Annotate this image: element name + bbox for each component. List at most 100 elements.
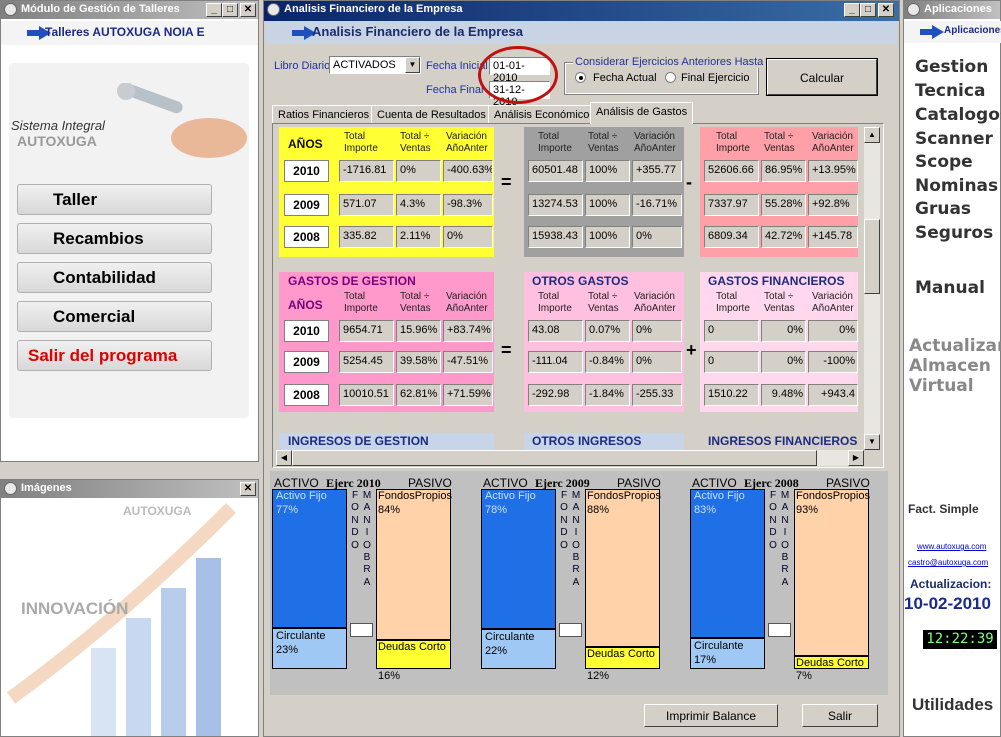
- minimize-button[interactable]: _: [844, 3, 860, 17]
- otros-ingresos-title: OTROS INGRESOS: [532, 434, 642, 448]
- hdr-importe: Importe: [538, 143, 572, 154]
- radio-fecha-actual[interactable]: [575, 72, 586, 83]
- radio-final-ejercicio-label: Final Ejercicio: [681, 72, 750, 84]
- logo-text-2: AUTOXUGA: [17, 133, 97, 149]
- hdr-total: Total: [716, 291, 738, 302]
- taller-button[interactable]: Taller: [17, 184, 212, 215]
- hdr-total: Total: [344, 131, 366, 142]
- close-button[interactable]: ✕: [240, 482, 256, 496]
- actualizar-line-1: Actualizar: [909, 336, 1001, 356]
- vertical-scrollbar[interactable]: ▲ ▼: [864, 127, 880, 450]
- deudas-corto-pct: 16%: [378, 670, 401, 682]
- maximize-button[interactable]: □: [860, 3, 876, 17]
- b1-mid-r1-ratio: 100%: [585, 194, 630, 216]
- equals-sign: =: [501, 172, 512, 192]
- right-window-title: Aplicaciones: [924, 3, 992, 15]
- calcular-button[interactable]: Calcular: [766, 58, 878, 96]
- tab-analisis-economico[interactable]: Análisis Económico: [488, 105, 596, 124]
- imprimir-balance-button[interactable]: Imprimir Balance: [644, 704, 778, 727]
- b2-right-r1-total: 0: [704, 351, 759, 373]
- circulante-label: Circulante: [694, 640, 744, 652]
- fact-simple-link[interactable]: Fact. Simple: [908, 502, 979, 516]
- radio-final-ejercicio[interactable]: [665, 72, 676, 83]
- scroll-hthumb[interactable]: [292, 450, 817, 466]
- actualizar-link[interactable]: Actualizar Almacen Virtual: [909, 336, 1001, 396]
- b2-right-r2-total: 1510.22: [704, 384, 759, 406]
- close-button[interactable]: ✕: [240, 3, 256, 17]
- menu-seguros[interactable]: Seguros: [915, 223, 993, 243]
- menu-catalogos[interactable]: Catalogos: [915, 105, 1001, 125]
- b1-mid-r1-total: 13274.53: [528, 194, 583, 216]
- fondos-propios-pct: 88%: [587, 504, 610, 516]
- close-button[interactable]: ✕: [878, 3, 894, 17]
- year-2008: 2008: [284, 384, 329, 406]
- menu-manual[interactable]: Manual: [915, 278, 985, 298]
- b1-right-r0-total: 52606.66: [704, 160, 759, 182]
- maniobra-vertical-text: MANIOBRA: [780, 490, 790, 588]
- menu-gestion[interactable]: Gestion: [915, 57, 988, 77]
- b2-mid-r0-var: 0%: [632, 320, 682, 342]
- tab-cuenta-resultados[interactable]: Cuenta de Resultados: [371, 105, 492, 124]
- b2-mid-r2-var: -255.33: [632, 384, 682, 406]
- menu-scanner[interactable]: Scanner: [915, 129, 993, 149]
- menu-scope[interactable]: Scope: [915, 152, 973, 172]
- menu-gruas[interactable]: Gruas: [915, 199, 971, 219]
- salir-button[interactable]: Salir: [802, 704, 878, 727]
- chevron-down-icon[interactable]: ▼: [405, 57, 420, 73]
- scroll-down-button[interactable]: ▼: [864, 434, 880, 450]
- libro-select[interactable]: ACTIVADOS ▼: [329, 56, 421, 74]
- col-var-1b: Variación AñoAnter: [634, 131, 676, 155]
- b1-mid-r2-ratio: 100%: [585, 226, 630, 248]
- balance-pasivo-label: PASIVO: [408, 476, 452, 490]
- email-link[interactable]: castro@autoxuga.com: [908, 558, 988, 567]
- year-2009: 2009: [284, 194, 329, 216]
- menu-tecnica[interactable]: Tecnica: [915, 81, 985, 101]
- deudas-corto-pct: 12%: [587, 670, 610, 682]
- b1-left-r2-ratio: 2.11%: [396, 226, 441, 248]
- left-window-titlebar[interactable]: Módulo de Gestión de Talleres _ □ ✕: [1, 1, 258, 19]
- hdr-ventas: Ventas: [588, 143, 619, 154]
- app-icon: [4, 3, 17, 16]
- main-window-titlebar[interactable]: Analisis Financiero de la Empresa _ □ ✕: [264, 1, 899, 21]
- app-icon: [4, 482, 17, 495]
- b2-right-r0-var: 0%: [808, 320, 858, 342]
- b2-right-r0-ratio: 0%: [761, 320, 806, 342]
- scroll-up-button[interactable]: ▲: [864, 127, 880, 143]
- col-ratio-1c: Total ÷ Ventas: [764, 131, 795, 155]
- b1-right-r0-var: +13.95%: [808, 160, 858, 182]
- salir-programa-button[interactable]: Salir del programa: [17, 340, 212, 371]
- right-window-titlebar[interactable]: Aplicaciones: [904, 1, 1000, 19]
- b2-left-r1-total: 5254.45: [339, 351, 394, 373]
- minimize-button[interactable]: _: [206, 3, 222, 17]
- hdr-anoanter: AñoAnter: [634, 143, 676, 154]
- col-ratio-1a: Total ÷ Ventas: [400, 131, 431, 155]
- web-link[interactable]: www.autoxuga.com: [917, 542, 986, 551]
- contabilidad-button[interactable]: Contabilidad: [17, 262, 212, 293]
- maximize-button[interactable]: □: [222, 3, 238, 17]
- scroll-left-button[interactable]: ◀: [276, 450, 292, 466]
- b2-left-r0-ratio: 15.96%: [396, 320, 441, 342]
- circulante-label: Circulante: [276, 630, 326, 642]
- scroll-right-button[interactable]: ▶: [848, 450, 864, 466]
- recambios-button[interactable]: Recambios: [17, 223, 212, 254]
- otros-gastos-title: OTROS GASTOS: [532, 274, 629, 288]
- b1-mid-r1-var: -16.71%: [632, 194, 682, 216]
- hdr-importe: Importe: [716, 143, 750, 154]
- comercial-button[interactable]: Comercial: [17, 301, 212, 332]
- images-window-titlebar[interactable]: Imágenes ✕: [1, 480, 258, 498]
- menu-nominas[interactable]: Nominas: [915, 176, 998, 196]
- hdr-anoanter: AñoAnter: [634, 303, 676, 314]
- scroll-thumb[interactable]: [864, 219, 880, 294]
- horizontal-scrollbar[interactable]: ◀ ▶: [276, 450, 864, 466]
- b1-right-r1-ratio: 55.28%: [761, 194, 806, 216]
- utilidades-link[interactable]: Utilidades: [912, 695, 993, 715]
- plus-sign: +: [686, 340, 697, 360]
- tab-ratios-financieros[interactable]: Ratios Financieros: [272, 105, 376, 124]
- minus-sign: -: [686, 172, 692, 192]
- activo-fijo-label: Activo Fijo: [485, 490, 536, 502]
- tab-analisis-gastos[interactable]: Análisis de Gastos: [590, 102, 694, 124]
- b2-mid-r1-ratio: -0.84%: [585, 351, 630, 373]
- year-2010: 2010: [284, 320, 329, 342]
- hdr-anoanter: AñoAnter: [812, 143, 854, 154]
- b1-mid-r2-var: 0%: [632, 226, 682, 248]
